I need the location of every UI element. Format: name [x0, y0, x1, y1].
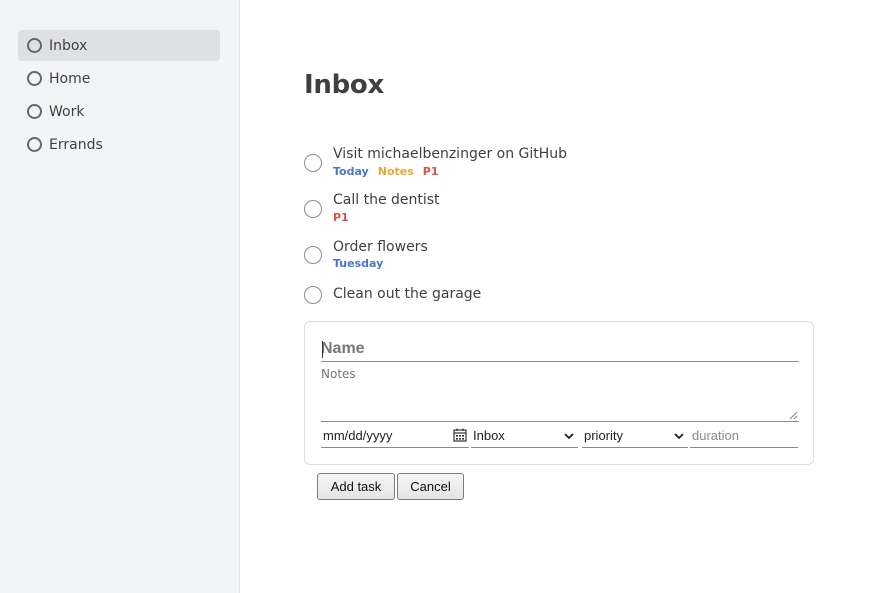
page-title: Inbox [304, 70, 384, 100]
date-placeholder: mm/dd/yyyy [323, 428, 393, 443]
text-caret [322, 341, 323, 358]
project-select[interactable]: Inbox [471, 424, 578, 448]
sidebar-item-label: Errands [49, 136, 103, 153]
add-task-button[interactable]: Add task [317, 473, 395, 500]
task-name[interactable]: Clean out the garage [333, 286, 481, 302]
duration-placeholder: duration [692, 428, 739, 443]
sidebar-item-errands[interactable]: Errands [18, 129, 220, 160]
tag-priority: P1 [333, 211, 349, 224]
sidebar-item-home[interactable]: Home [18, 63, 220, 94]
duration-input[interactable]: duration [690, 424, 798, 448]
task-complete-checkbox[interactable] [304, 154, 322, 172]
task-tags: Tuesday [333, 257, 392, 270]
task-name[interactable]: Visit michaelbenzinger on GitHub [333, 146, 567, 162]
new-task-form: mm/dd/yyyy Inbox priority [304, 321, 814, 465]
tag-date: Today [333, 165, 369, 178]
sidebar-item-label: Work [49, 103, 85, 120]
priority-select-value: priority [584, 428, 624, 443]
project-select-value: Inbox [473, 428, 505, 443]
project-circle-icon [27, 71, 42, 86]
sidebar-item-label: Home [49, 70, 91, 87]
priority-select[interactable]: priority [582, 424, 688, 448]
cancel-button[interactable]: Cancel [397, 473, 464, 500]
tag-date: Tuesday [333, 257, 384, 270]
sidebar-item-inbox[interactable]: Inbox [18, 30, 220, 61]
project-circle-icon [27, 38, 42, 53]
tag-priority: P1 [422, 165, 439, 178]
sidebar: Inbox Home Work Errands [0, 0, 240, 593]
sidebar-item-work[interactable]: Work [18, 96, 220, 127]
task-tags: P1 [333, 211, 358, 224]
task-complete-checkbox[interactable] [304, 286, 322, 304]
calendar-icon[interactable] [453, 428, 467, 442]
task-name-input[interactable] [321, 336, 799, 362]
task-complete-checkbox[interactable] [304, 200, 322, 218]
chevron-down-icon [674, 433, 684, 440]
task-tags: Today Notes P1 [333, 165, 447, 178]
task-notes-input[interactable] [321, 364, 799, 422]
project-circle-icon [27, 104, 42, 119]
task-name[interactable]: Order flowers [333, 239, 428, 255]
app-window: Inbox Home Work Errands Inbox Visit mich… [0, 0, 872, 593]
task-name[interactable]: Call the dentist [333, 192, 440, 208]
chevron-down-icon [564, 433, 574, 440]
project-circle-icon [27, 137, 42, 152]
tag-notes: Notes [377, 165, 414, 178]
sidebar-item-label: Inbox [49, 37, 88, 54]
task-complete-checkbox[interactable] [304, 246, 322, 264]
due-date-input[interactable]: mm/dd/yyyy [321, 424, 469, 448]
resize-grip-icon[interactable] [789, 411, 798, 420]
